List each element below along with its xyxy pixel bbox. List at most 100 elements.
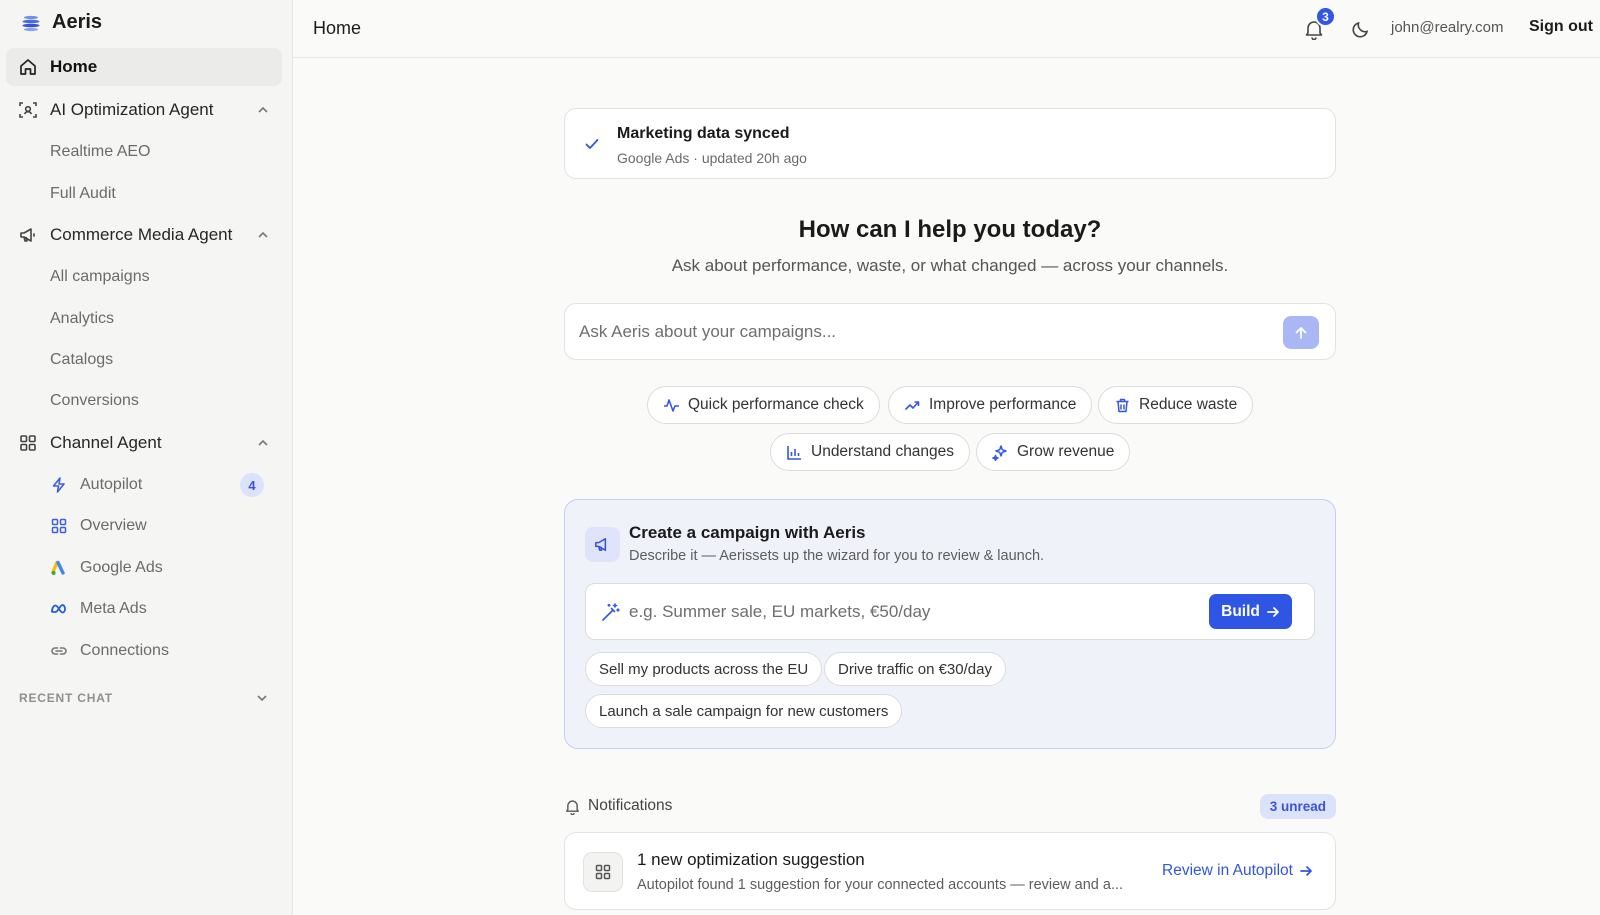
chip-label: Understand changes bbox=[811, 443, 955, 460]
bell-icon bbox=[566, 800, 579, 815]
sidebar-section-ai-optimization[interactable]: AI Optimization Agent bbox=[6, 91, 282, 129]
notification-item[interactable]: 1 new optimization suggestion Autopilot … bbox=[564, 832, 1336, 910]
build-label: Build bbox=[1221, 602, 1260, 620]
bar-chart-icon bbox=[787, 445, 801, 460]
chip-label: Quick performance check bbox=[688, 396, 864, 413]
notifications-header: Notifications 3 unread bbox=[564, 794, 1336, 820]
chip-label: Launch a sale campaign for new customers bbox=[599, 702, 889, 720]
send-button[interactable] bbox=[1283, 316, 1319, 349]
create-title: Create a campaign with Aeris bbox=[629, 523, 866, 542]
sidebar-item-analytics[interactable]: Analytics bbox=[6, 301, 282, 337]
notifications-label: Notifications bbox=[588, 797, 673, 814]
sidebar-section-label: Channel Agent bbox=[50, 433, 162, 452]
sidebar-item-meta-ads[interactable]: Meta Ads bbox=[6, 591, 282, 627]
link-icon bbox=[50, 642, 68, 660]
brand[interactable]: Aeris bbox=[20, 11, 102, 34]
arrow-up-icon bbox=[1295, 326, 1307, 339]
hero-subtitle: Ask about performance, waste, or what ch… bbox=[671, 256, 1229, 275]
hero-title: How can I help you today? bbox=[798, 216, 1102, 243]
ask-input[interactable] bbox=[579, 318, 1259, 346]
google-ads-icon bbox=[50, 559, 68, 577]
chevron-down-icon bbox=[257, 695, 267, 702]
review-in-autopilot-link[interactable]: Review in Autopilot bbox=[1162, 862, 1313, 880]
sync-subtitle: Google Ads · updated 20h ago bbox=[617, 150, 807, 166]
chip-label: Grow revenue bbox=[1017, 443, 1115, 460]
sync-title: Marketing data synced bbox=[617, 125, 790, 142]
recent-chat-toggle[interactable]: RECENT CHAT bbox=[19, 691, 269, 705]
bolt-icon bbox=[50, 476, 68, 494]
sidebar-item-overview[interactable]: Overview bbox=[6, 508, 282, 544]
sidebar-item-label: Home bbox=[50, 57, 98, 76]
user-email: john@realry.com bbox=[1391, 19, 1504, 36]
sidebar-item-label: Autopilot bbox=[80, 476, 143, 493]
chevron-up-icon[interactable] bbox=[256, 103, 270, 117]
sidebar-item-home[interactable]: Home bbox=[6, 48, 282, 86]
sidebar-item-label: Meta Ads bbox=[80, 600, 147, 617]
campaign-description-input[interactable] bbox=[629, 598, 1189, 626]
sidebar-item-full-audit[interactable]: Full Audit bbox=[6, 176, 282, 212]
ask-box bbox=[564, 303, 1336, 360]
quick-action-chip[interactable]: Improve performance bbox=[888, 386, 1093, 424]
chevron-up-icon[interactable] bbox=[256, 228, 270, 242]
create-subtitle: Describe it — Aerissets up the wizard fo… bbox=[629, 548, 1045, 564]
megaphone-icon bbox=[585, 527, 620, 562]
campaign-suggestion-chip[interactable]: Launch a sale campaign for new customers bbox=[585, 694, 903, 728]
sign-out-button[interactable]: Sign out bbox=[1529, 18, 1593, 36]
quick-action-chip[interactable]: Understand changes bbox=[770, 433, 971, 471]
quick-action-chip[interactable]: Grow revenue bbox=[976, 433, 1131, 471]
sparkles-icon bbox=[992, 444, 1007, 461]
chip-label: Drive traffic on €30/day bbox=[838, 660, 992, 678]
notification-title: 1 new optimization suggestion bbox=[637, 850, 865, 869]
brand-name: Aeris bbox=[52, 11, 103, 33]
meta-icon bbox=[50, 600, 68, 618]
review-label: Review in Autopilot bbox=[1162, 862, 1293, 879]
grid-icon bbox=[50, 517, 68, 535]
megaphone-icon bbox=[18, 225, 38, 245]
sidebar-item-catalogs[interactable]: Catalogs bbox=[6, 342, 282, 378]
moon-icon[interactable] bbox=[1351, 19, 1371, 39]
sidebar-item-label: Analytics bbox=[50, 310, 115, 327]
check-icon bbox=[585, 139, 599, 149]
quick-action-chip[interactable]: Reduce waste bbox=[1098, 386, 1254, 424]
autopilot-count-badge: 4 bbox=[240, 473, 264, 497]
sidebar-item-label: Conversions bbox=[50, 392, 139, 409]
sidebar-section-label: AI Optimization Agent bbox=[50, 100, 214, 119]
sidebar-item-google-ads[interactable]: Google Ads bbox=[6, 550, 282, 586]
sidebar-item-all-campaigns[interactable]: All campaigns bbox=[6, 259, 282, 295]
sidebar-item-connections[interactable]: Connections bbox=[6, 633, 282, 669]
home-icon bbox=[18, 57, 38, 77]
grid-icon bbox=[18, 433, 38, 453]
campaign-description-box: Build bbox=[585, 583, 1315, 640]
sync-status-card: Marketing data synced Google Ads · updat… bbox=[564, 108, 1336, 179]
pulse-icon bbox=[664, 398, 679, 412]
chip-label: Reduce waste bbox=[1139, 396, 1238, 413]
sidebar-section-channel-agent[interactable]: Channel Agent bbox=[6, 424, 282, 462]
notification-count-badge: 3 bbox=[1315, 6, 1336, 27]
quick-action-chip[interactable]: Quick performance check bbox=[647, 386, 880, 424]
scan-face-icon bbox=[18, 100, 38, 120]
notification-description: Autopilot found 1 suggestion for your co… bbox=[637, 877, 1124, 893]
chevron-up-icon[interactable] bbox=[256, 436, 270, 450]
campaign-suggestion-chip[interactable]: Drive traffic on €30/day bbox=[824, 652, 1006, 686]
page-title: Home bbox=[313, 18, 362, 38]
sidebar-item-label: Connections bbox=[80, 642, 169, 659]
sidebar-item-autopilot[interactable]: Autopilot 4 bbox=[6, 467, 282, 503]
app-root: Aeris Home AI Optimization Agent Realtim… bbox=[0, 0, 1600, 915]
sidebar-item-label: Google Ads bbox=[80, 559, 163, 576]
sidebar-item-label: Catalogs bbox=[50, 351, 114, 368]
chip-label: Improve performance bbox=[929, 396, 1077, 413]
sidebar-item-conversions[interactable]: Conversions bbox=[6, 383, 282, 419]
build-button[interactable]: Build bbox=[1209, 594, 1292, 629]
sidebar-item-realtime-aeo[interactable]: Realtime AEO bbox=[6, 134, 282, 170]
chip-label: Sell my products across the EU bbox=[599, 660, 809, 678]
campaign-suggestion-chip[interactable]: Sell my products across the EU bbox=[585, 652, 823, 686]
sidebar-item-label: Overview bbox=[80, 517, 147, 534]
sidebar-section-commerce-media[interactable]: Commerce Media Agent bbox=[6, 216, 282, 254]
sidebar: Aeris Home AI Optimization Agent Realtim… bbox=[0, 0, 293, 915]
sidebar-section-label: Commerce Media Agent bbox=[50, 225, 233, 244]
sidebar-item-label: Realtime AEO bbox=[50, 143, 151, 160]
sidebar-item-label: Full Audit bbox=[50, 185, 116, 202]
aeris-logo-icon bbox=[22, 15, 40, 31]
unread-badge: 3 unread bbox=[1259, 794, 1336, 819]
magic-wand-icon bbox=[602, 603, 620, 621]
